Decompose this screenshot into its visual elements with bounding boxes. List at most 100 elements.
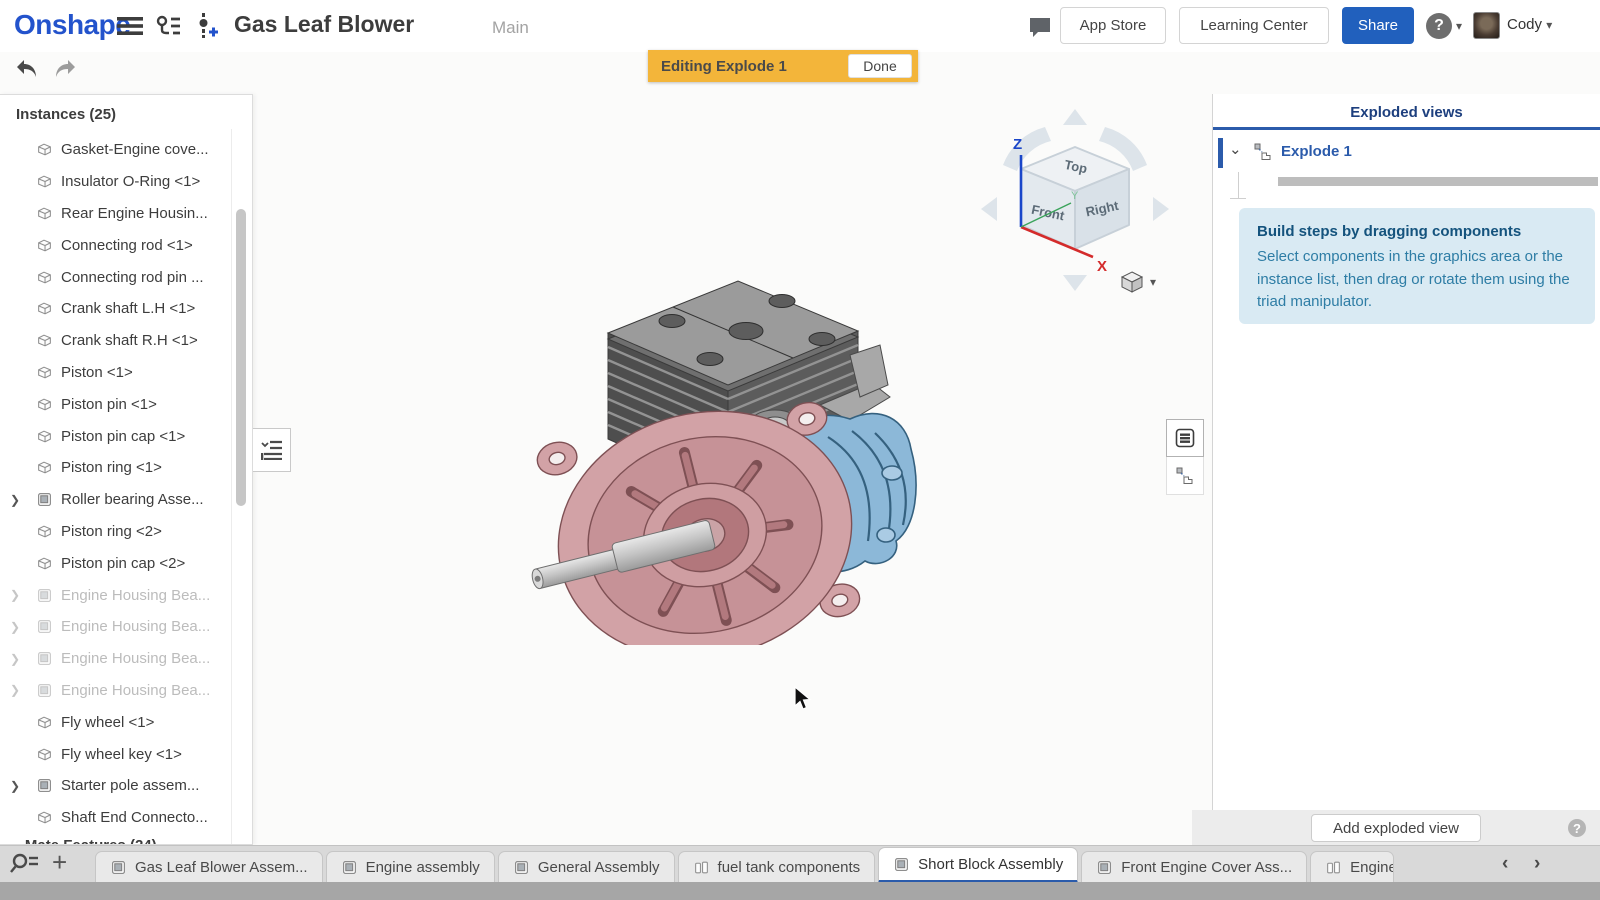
chevron-down-icon[interactable]: ⌄ <box>6 837 17 845</box>
instance-row[interactable]: Piston ring <1> <box>0 452 230 484</box>
instance-label: Engine Housing Bea... <box>61 682 210 699</box>
done-button[interactable]: Done <box>848 54 912 78</box>
instance-row[interactable]: ❯Engine Housing Bea... <box>0 643 230 675</box>
instance-row[interactable]: Crank shaft R.H <1> <box>0 325 230 357</box>
document-tab[interactable]: Gas Leaf Blower Assem... <box>95 851 323 883</box>
assembly-icon <box>36 777 53 794</box>
explode-item[interactable]: ⌄ Explode 1 <box>1213 137 1600 169</box>
instance-row[interactable]: Piston pin cap <1> <box>0 420 230 452</box>
user-avatar[interactable] <box>1473 12 1500 39</box>
expand-chevron-icon[interactable]: ❯ <box>10 493 36 507</box>
features-list-tab[interactable] <box>1166 419 1204 457</box>
expand-chevron-icon[interactable]: ❯ <box>10 652 36 666</box>
expand-chevron-icon[interactable]: ❯ <box>10 683 36 697</box>
exploded-views-tab[interactable] <box>1166 457 1204 495</box>
banner-label: Editing Explode 1 <box>661 58 848 75</box>
engine-3d-model <box>520 235 920 645</box>
chevron-down-icon[interactable]: ⌄ <box>1229 140 1242 158</box>
redo-button[interactable] <box>52 58 80 82</box>
instance-row[interactable]: Piston pin cap <2> <box>0 547 230 579</box>
exploded-panel-footer: Add exploded view ? <box>1192 810 1600 845</box>
instance-row[interactable]: Piston <1> <box>0 357 230 389</box>
part-icon <box>36 332 53 349</box>
instance-label: Starter pole assem... <box>61 777 199 794</box>
explode-icon <box>1253 142 1273 162</box>
onshape-app: Onshape Gas Leaf Blower Main App Store L… <box>0 0 1600 900</box>
instance-row[interactable]: Fly wheel key <1> <box>0 738 230 770</box>
graphics-area[interactable]: Top Front Right Z X Y ▾ <box>291 94 1166 845</box>
document-tab[interactable]: Engine C <box>1310 851 1394 883</box>
mate-features-section[interactable]: ⌄ Mate Features (24) <box>0 837 253 845</box>
onshape-logo[interactable]: Onshape <box>14 9 130 41</box>
document-tab[interactable]: Short Block Assembly <box>878 847 1078 883</box>
instance-label: Piston <1> <box>61 364 133 381</box>
new-tab-button[interactable]: + <box>52 847 67 878</box>
add-exploded-view-button[interactable]: Add exploded view <box>1311 814 1481 842</box>
tab-scroll-right-icon[interactable]: › <box>1534 853 1540 875</box>
search-tabs-icon[interactable] <box>10 852 40 881</box>
instance-row[interactable]: Connecting rod pin ... <box>0 261 230 293</box>
build-steps-tip: Build steps by dragging components Selec… <box>1239 208 1595 324</box>
instance-row[interactable]: ❯ Engine Housing Bea... <box>0 675 230 707</box>
instance-row[interactable]: ❯Roller bearing Asse... <box>0 484 230 516</box>
expand-chevron-icon[interactable]: ❯ <box>10 588 36 602</box>
instance-label: Piston pin cap <2> <box>61 555 185 572</box>
view-options-caret-icon: ▾ <box>1150 275 1156 289</box>
comment-icon[interactable] <box>1025 14 1055 40</box>
instance-row[interactable]: Insulator O-Ring <1> <box>0 166 230 198</box>
instance-label: Rear Engine Housin... <box>61 205 208 222</box>
tab-label: Gas Leaf Blower Assem... <box>135 859 308 876</box>
instance-row[interactable]: Connecting rod <1> <box>0 229 230 261</box>
instances-panel-toggle[interactable] <box>253 428 291 472</box>
user-menu[interactable]: Cody ▾ <box>1507 16 1552 33</box>
instance-row[interactable]: Piston pin <1> <box>0 388 230 420</box>
explode-step-slider[interactable] <box>1278 177 1598 186</box>
instance-row[interactable]: Shaft End Connecto... <box>0 802 230 834</box>
undo-button[interactable] <box>14 58 42 82</box>
help-icon[interactable]: ? <box>1426 13 1452 39</box>
tab-label: General Assembly <box>538 859 660 876</box>
tab-label: Short Block Assembly <box>918 856 1063 873</box>
view-options-menu[interactable]: ▾ <box>1120 270 1156 294</box>
document-tab-bar: + Gas Leaf Blower Assem... Engine assembl… <box>0 845 1600 882</box>
document-title: Gas Leaf Blower <box>234 11 414 38</box>
tip-title: Build steps by dragging components <box>1257 223 1577 240</box>
tab-scroll-left-icon[interactable]: ‹ <box>1502 853 1508 875</box>
instance-row[interactable]: Fly wheel <1> <box>0 706 230 738</box>
branch-create-icon[interactable] <box>192 13 222 39</box>
instance-row[interactable]: ❯Engine Housing Bea... <box>0 611 230 643</box>
mouse-cursor <box>792 686 814 712</box>
assembly-icon <box>110 859 127 876</box>
tab-label: fuel tank components <box>718 859 861 876</box>
app-store-button[interactable]: App Store <box>1060 7 1166 44</box>
tree-connector <box>1238 172 1239 198</box>
scrollbar-track <box>231 129 232 845</box>
document-tab[interactable]: General Assembly <box>498 851 675 883</box>
assembly-icon <box>1096 859 1113 876</box>
instance-row[interactable]: ❯ Engine Housing Bea... <box>0 579 230 611</box>
instance-label: Connecting rod <1> <box>61 237 193 254</box>
instance-row[interactable]: Gasket-Engine cove... <box>0 134 230 166</box>
learning-center-button[interactable]: Learning Center <box>1179 7 1329 44</box>
expand-chevron-icon[interactable]: ❯ <box>10 620 36 634</box>
instance-row[interactable]: Crank shaft L.H <1> <box>0 293 230 325</box>
share-button[interactable]: Share <box>1342 7 1414 44</box>
version-tree-icon[interactable] <box>154 13 184 39</box>
document-tab[interactable]: Front Engine Cover Ass... <box>1081 851 1307 883</box>
part-icon <box>36 523 53 540</box>
help-caret-icon[interactable]: ▾ <box>1456 19 1462 33</box>
hamburger-menu-icon[interactable] <box>115 13 145 39</box>
assembly-icon <box>341 859 358 876</box>
instance-label: Engine Housing Bea... <box>61 587 210 604</box>
document-tab[interactable]: Engine assembly <box>326 851 495 883</box>
instance-row[interactable]: ❯ Starter pole assem... <box>0 770 230 802</box>
document-tab[interactable]: fuel tank components <box>678 851 876 883</box>
part-icon <box>36 300 53 317</box>
part-icon <box>36 141 53 158</box>
tip-body: Select components in the graphics area o… <box>1257 246 1577 314</box>
help-icon[interactable]: ? <box>1568 819 1586 837</box>
instance-row[interactable]: Piston ring <2> <box>0 516 230 548</box>
expand-chevron-icon[interactable]: ❯ <box>10 779 36 793</box>
instance-row[interactable]: Rear Engine Housin... <box>0 198 230 230</box>
scrollbar-thumb[interactable] <box>236 209 246 506</box>
